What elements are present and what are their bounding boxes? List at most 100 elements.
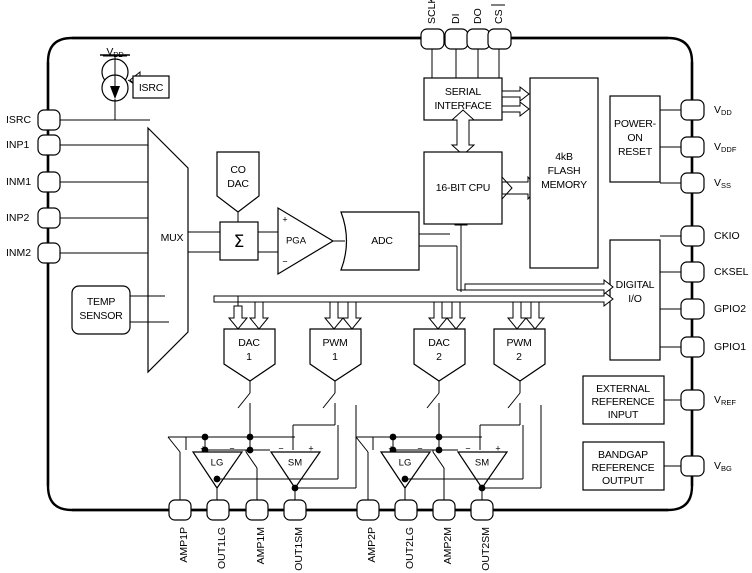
block-flash-memory: 4kB FLASH MEMORY bbox=[529, 77, 599, 269]
por-line3: RESET bbox=[618, 146, 653, 158]
amp2-sm-label: SM bbox=[475, 458, 489, 469]
pin-out1sm[interactable]: OUT1SM bbox=[283, 499, 307, 571]
pin-vdd[interactable]: VDD bbox=[660, 99, 732, 121]
pin-ckio[interactable]: CKIO bbox=[660, 225, 740, 247]
pin-out2sm[interactable]: OUT2SM bbox=[470, 499, 494, 571]
amp2-lg-minus: − bbox=[417, 443, 422, 453]
extref-line1: EXTERNAL bbox=[596, 383, 650, 395]
bandgap-line2: REFERENCE bbox=[592, 462, 655, 474]
pin-label-ckio: CKIO bbox=[714, 230, 740, 242]
pin-di[interactable]: DI bbox=[444, 14, 469, 79]
serial-interface-line1: SERIAL bbox=[445, 86, 482, 98]
amp2-lg-plus: + bbox=[388, 443, 393, 453]
pin-label-gpio2: GPIO2 bbox=[714, 303, 746, 315]
pin-sclk[interactable]: SCLK bbox=[420, 0, 445, 78]
block-amp1-sm: SM − + bbox=[269, 443, 322, 500]
pin-label-amp2p: AMP2P bbox=[366, 527, 378, 563]
bandgap-line3: OUTPUT bbox=[602, 475, 645, 487]
bus-to-dac1-arrow bbox=[227, 305, 249, 330]
junction-dot bbox=[246, 446, 254, 454]
adc-bus-to-dio-arrow bbox=[464, 278, 614, 296]
amp1-lg-label: LG bbox=[211, 458, 224, 469]
pin-inm1[interactable]: INM1 bbox=[6, 171, 157, 193]
right-pin-group[interactable]: VDD VDDF VSS CKIO CKSEL GPIO2 GPIO1 VREF… bbox=[660, 99, 749, 477]
pin-vbg[interactable]: VBG bbox=[664, 455, 732, 477]
pin-cksel[interactable]: CKSEL bbox=[660, 261, 749, 283]
pin-inp2[interactable]: INP2 bbox=[6, 207, 158, 229]
pin-label-out2sm: OUT2SM bbox=[480, 527, 492, 571]
por-line1: POWER- bbox=[614, 118, 657, 130]
pin-amp2m[interactable]: AMP2M bbox=[432, 499, 456, 564]
bandgap-line1: BANDGAP bbox=[598, 449, 648, 461]
isrc-callout-label: ISRC bbox=[139, 82, 164, 94]
junction-dot bbox=[389, 433, 397, 441]
temp-sensor-line1: TEMP bbox=[87, 296, 116, 308]
amp1-lg-minus: − bbox=[229, 443, 234, 453]
summer-label: Σ bbox=[234, 232, 245, 252]
junction-dot bbox=[435, 446, 443, 454]
dac2-line2: 2 bbox=[436, 351, 442, 363]
amp2-sm-plus: + bbox=[495, 443, 500, 453]
left-pin-group[interactable]: ISRC INP1 INM1 INP2 INM2 bbox=[6, 109, 159, 264]
pin-label-di: DI bbox=[450, 14, 462, 25]
pin-inp1[interactable]: INP1 bbox=[6, 134, 155, 156]
block-mux: MUX bbox=[147, 126, 189, 374]
pin-out1lg[interactable]: OUT1LG bbox=[206, 499, 230, 569]
co-dac-line2: DAC bbox=[227, 178, 249, 190]
bus-to-dac2-arrow-2 bbox=[445, 301, 467, 330]
pin-vss[interactable]: VSS bbox=[660, 172, 731, 194]
pin-label-amp1m: AMP1M bbox=[255, 527, 267, 564]
pwm1-line2: 1 bbox=[332, 351, 338, 363]
block-cpu: 16-BIT CPU bbox=[423, 151, 503, 225]
pin-cs[interactable]: CS bbox=[487, 4, 512, 78]
amp2-sm-minus: − bbox=[465, 443, 470, 453]
bus-to-dac1-arrow-2 bbox=[248, 301, 270, 330]
pin-label-vdd: VDD bbox=[714, 104, 732, 117]
block-dac1: DAC 1 bbox=[223, 328, 276, 382]
dac1-line1: DAC bbox=[238, 337, 260, 349]
amp1-lg-plus: + bbox=[200, 443, 205, 453]
pin-amp1m[interactable]: AMP1M bbox=[245, 499, 269, 564]
extref-line3: INPUT bbox=[608, 409, 639, 421]
switch-pwm1[interactable] bbox=[293, 381, 336, 426]
junction-dot bbox=[435, 433, 443, 441]
pwm2-line1: PWM bbox=[506, 337, 531, 349]
pga-plus-label: + bbox=[282, 214, 287, 224]
top-pin-group[interactable]: SCLK DI DO CS bbox=[420, 0, 512, 79]
pin-vref[interactable]: VREF bbox=[664, 389, 736, 411]
bus-to-pwm1-arrow-2 bbox=[341, 301, 363, 330]
pwm2-line2: 2 bbox=[516, 351, 522, 363]
pin-amp1p[interactable]: AMP1P bbox=[168, 499, 192, 563]
block-diagram-canvas: ISRC VDD ISRC INP1 INM1 INP2 INM2 SCLK D… bbox=[0, 0, 752, 573]
junction-dot bbox=[246, 433, 254, 441]
pin-isrc[interactable]: ISRC bbox=[6, 109, 150, 131]
pin-gpio2[interactable]: GPIO2 bbox=[660, 298, 746, 320]
block-adc: ADC bbox=[340, 211, 420, 271]
block-pwm2: PWM 2 bbox=[493, 328, 546, 382]
pin-label-out1sm: OUT1SM bbox=[293, 527, 305, 571]
pin-label-sclk: SCLK bbox=[426, 0, 438, 24]
pin-label-amp1p: AMP1P bbox=[178, 527, 190, 563]
pga-label: PGA bbox=[286, 236, 307, 247]
amp1-sm-label: SM bbox=[288, 458, 302, 469]
bus-to-dac2-arrow bbox=[427, 301, 449, 330]
pga-minus-label: − bbox=[282, 256, 287, 266]
switch-pwm2[interactable] bbox=[480, 381, 521, 426]
pin-label-out1lg: OUT1LG bbox=[216, 527, 228, 569]
block-digital-io: DIGITAL I/O bbox=[609, 239, 661, 361]
pin-gpio1[interactable]: GPIO1 bbox=[660, 336, 746, 358]
bus-to-pwm2-arrow bbox=[506, 301, 528, 330]
bus-to-pwm2-arrow-2 bbox=[524, 301, 546, 330]
pin-do[interactable]: DO bbox=[466, 8, 491, 78]
por-line2: ON bbox=[627, 132, 642, 144]
pin-label-inm1: INM1 bbox=[6, 176, 31, 188]
peripheral-bus-arrow bbox=[213, 290, 614, 308]
pin-out2lg[interactable]: OUT2LG bbox=[394, 499, 418, 569]
pin-vddf[interactable]: VDDF bbox=[660, 136, 737, 158]
dac1-line2: 1 bbox=[246, 351, 252, 363]
block-temp-sensor: TEMP SENSOR bbox=[71, 285, 131, 335]
pin-amp2p[interactable]: AMP2P bbox=[356, 499, 380, 563]
pin-label-vddf: VDDF bbox=[714, 141, 737, 154]
pin-inm2[interactable]: INM2 bbox=[6, 242, 159, 264]
amp1-sm-plus: + bbox=[308, 443, 313, 453]
